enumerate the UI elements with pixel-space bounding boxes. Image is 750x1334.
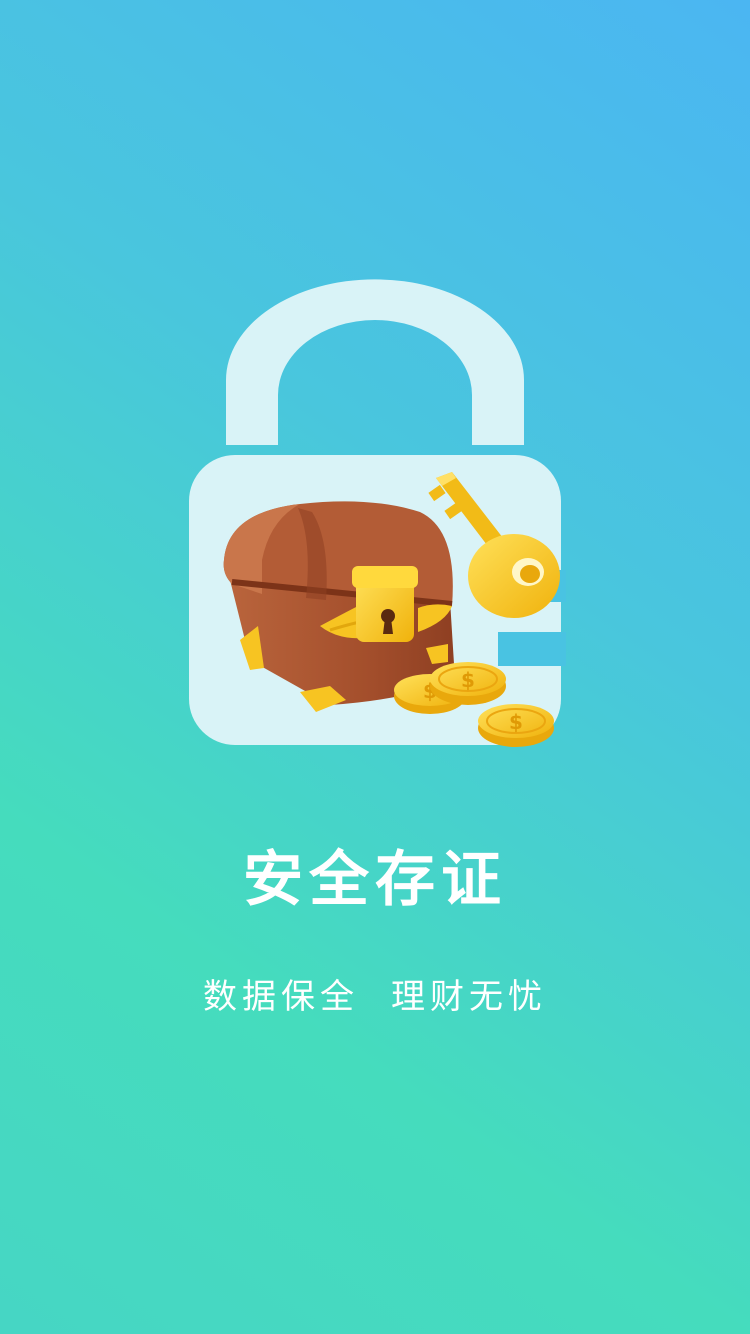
- splash-screen: $ $ $ 安全存证 数据保全 理财无忧: [0, 0, 750, 1334]
- svg-text:$: $: [461, 668, 475, 692]
- svg-text:$: $: [509, 710, 523, 734]
- splash-slogan: 数据保全 理财无忧: [0, 974, 750, 1020]
- splash-title: 安全存证: [243, 845, 507, 915]
- slogan-right: 理财无忧: [391, 977, 547, 1017]
- security-illustration: $ $ $: [189, 279, 566, 747]
- padlock-shackle: [226, 279, 524, 445]
- slogan-left: 数据保全: [203, 977, 359, 1017]
